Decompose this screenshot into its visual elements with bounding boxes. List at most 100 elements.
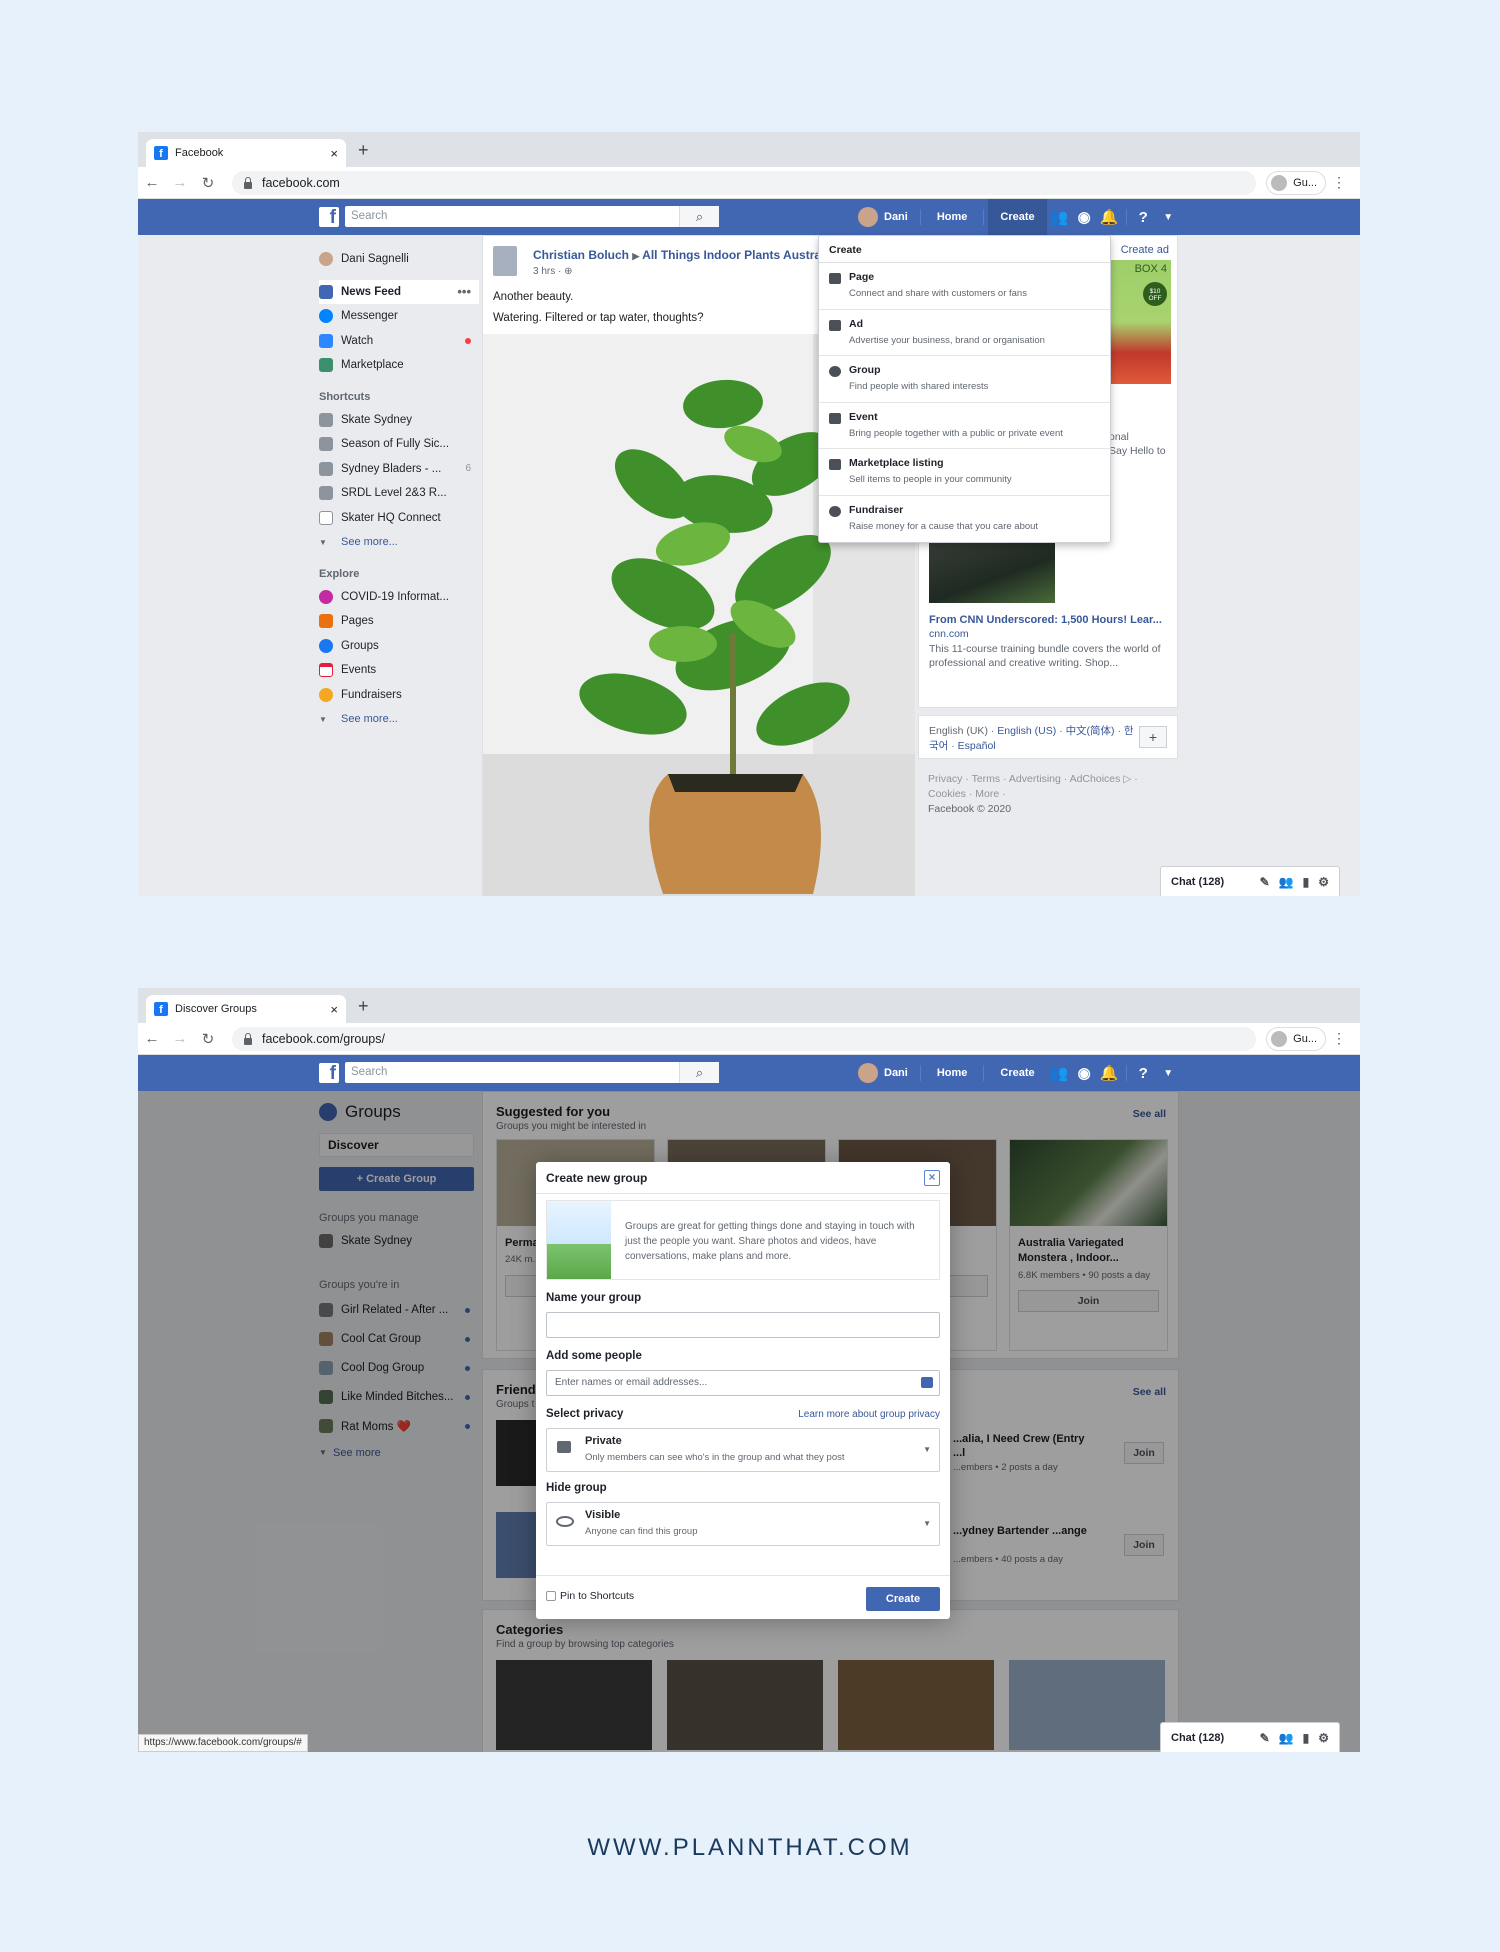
explore-item-fundraisers[interactable]: Fundraisers (319, 683, 479, 708)
browser-tab[interactable]: f Facebook × (146, 139, 346, 167)
create-marketplace-item[interactable]: Marketplace listing Sell items to people … (819, 449, 1110, 496)
new-group-chat-icon[interactable]: 👥 (1279, 875, 1294, 889)
browser-menu-icon[interactable]: ⋮ (1332, 174, 1346, 191)
address-bar: ← → ↻ facebook.com/groups/ Gu... ⋮ (138, 1023, 1360, 1055)
friend-requests-icon[interactable]: 👥 (1047, 1064, 1072, 1082)
sidebar-item-watch[interactable]: Watch (319, 329, 479, 354)
close-tab-icon[interactable]: × (330, 1002, 338, 1017)
url-field[interactable]: facebook.com (232, 171, 1256, 195)
ad-image-meal-box[interactable]: BOX 4 $10 OFF (1109, 260, 1171, 384)
chat-bar[interactable]: Chat (128) ✎ 👥 ▮ ⚙ (1160, 866, 1340, 896)
language-link[interactable]: English (US) (997, 725, 1056, 737)
gear-icon[interactable]: ⚙ (1318, 875, 1329, 889)
back-icon[interactable]: ← (138, 174, 166, 191)
search-icon[interactable]: ⌕ (679, 206, 719, 227)
create-ad-link[interactable]: Create ad (1121, 244, 1169, 256)
url-field[interactable]: facebook.com/groups/ (232, 1027, 1256, 1051)
messenger-icon[interactable]: ◉ (1072, 208, 1097, 226)
pin-checkbox[interactable] (546, 1591, 556, 1601)
search-icon[interactable]: ⌕ (679, 1062, 719, 1083)
explore-item-covid[interactable]: COVID-19 Informat... (319, 585, 479, 610)
close-icon[interactable]: × (924, 1170, 940, 1186)
home-link[interactable]: Home (925, 199, 980, 235)
profile-button[interactable]: Gu... (1266, 171, 1326, 195)
video-call-icon[interactable]: ▮ (1303, 875, 1310, 889)
create-link[interactable]: Create (988, 1055, 1046, 1091)
pin-label[interactable]: Pin to Shortcuts (560, 1590, 634, 1602)
post-time-text[interactable]: 3 hrs (533, 266, 555, 277)
reload-icon[interactable]: ↻ (194, 1030, 222, 1048)
chat-bar[interactable]: Chat (128) ✎ 👥 ▮ ⚙ (1160, 1722, 1340, 1752)
new-tab-icon[interactable]: + (358, 996, 369, 1017)
video-call-icon[interactable]: ▮ (1303, 1731, 1310, 1745)
create-group-item[interactable]: Group Find people with shared interests (819, 356, 1110, 403)
forward-icon[interactable]: → (166, 174, 194, 191)
see-more-shortcuts[interactable]: ▼ See more... (319, 530, 479, 555)
privacy-help-link[interactable]: Learn more about group privacy (798, 1409, 940, 1420)
language-link[interactable]: 中文(简体) (1066, 725, 1115, 737)
contacts-icon[interactable] (921, 1377, 933, 1388)
gear-icon[interactable]: ⚙ (1318, 1731, 1329, 1745)
shortcut-item[interactable]: Season of Fully Sic... (319, 432, 479, 457)
group-link[interactable]: All Things Indoor Plants Austra (642, 248, 821, 262)
notifications-icon[interactable]: 🔔 (1097, 208, 1122, 226)
sidebar-item-news-feed[interactable]: News Feed ••• (319, 279, 479, 304)
ad-domain[interactable]: cnn.com (929, 628, 969, 640)
back-icon[interactable]: ← (138, 1030, 166, 1047)
shortcut-item[interactable]: Skater HQ Connect (319, 506, 479, 531)
account-menu-icon[interactable]: ▼ (1156, 212, 1181, 223)
search-input[interactable]: Search ⌕ (345, 1062, 719, 1083)
explore-item-groups[interactable]: Groups (319, 634, 479, 659)
help-icon[interactable]: ? (1131, 1065, 1156, 1082)
browser-tab[interactable]: f Discover Groups × (146, 995, 346, 1023)
new-group-chat-icon[interactable]: 👥 (1279, 1731, 1294, 1745)
facebook-logo-icon[interactable]: f (319, 207, 339, 227)
shortcut-item[interactable]: Sydney Bladers - ... 6 (319, 457, 479, 482)
messenger-icon[interactable]: ◉ (1072, 1064, 1097, 1082)
friend-requests-icon[interactable]: 👥 (1047, 208, 1072, 226)
author-avatar[interactable] (493, 246, 517, 276)
profile-button[interactable]: Gu... (1266, 1027, 1326, 1051)
shortcut-item[interactable]: Skate Sydney (319, 408, 479, 433)
close-tab-icon[interactable]: × (330, 146, 338, 161)
group-name-input[interactable] (546, 1312, 940, 1338)
sidebar-item-messenger[interactable]: Messenger (319, 304, 479, 329)
footer-links[interactable]: Cookies · More · (928, 787, 1138, 802)
sidebar-profile[interactable]: Dani Sagnelli (319, 247, 479, 272)
new-tab-icon[interactable]: + (358, 140, 369, 161)
author-link[interactable]: Christian Boluch (533, 248, 629, 262)
visibility-select[interactable]: Visible Anyone can find this group ▼ (546, 1502, 940, 1546)
shortcut-item[interactable]: SRDL Level 2&3 R... (319, 481, 479, 506)
create-button[interactable]: Create (866, 1587, 940, 1611)
footer-links[interactable]: Privacy · Terms · Advertising · AdChoice… (928, 772, 1138, 787)
profile-link[interactable]: Dani (850, 1063, 916, 1083)
ad-title[interactable]: From CNN Underscored: 1,500 Hours! Lear.… (929, 614, 1169, 626)
add-people-input[interactable]: Enter names or email addresses... (546, 1370, 940, 1396)
language-link[interactable]: Español (958, 740, 996, 752)
home-link[interactable]: Home (925, 1055, 980, 1091)
explore-item-events[interactable]: Events (319, 658, 479, 683)
create-fundraiser-item[interactable]: Fundraiser Raise money for a cause that y… (819, 496, 1110, 543)
compose-icon[interactable]: ✎ (1260, 1731, 1270, 1745)
create-event-item[interactable]: Event Bring people together with a public… (819, 403, 1110, 449)
notifications-icon[interactable]: 🔔 (1097, 1064, 1122, 1082)
facebook-logo-icon[interactable]: f (319, 1063, 339, 1083)
create-link[interactable]: Create (988, 199, 1047, 235)
account-menu-icon[interactable]: ▼ (1156, 1068, 1181, 1079)
create-ad-item[interactable]: Ad Advertise your business, brand or orga… (819, 310, 1110, 356)
search-input[interactable]: Search ⌕ (345, 206, 719, 227)
more-options-icon[interactable]: ••• (457, 284, 471, 299)
browser-menu-icon[interactable]: ⋮ (1332, 1030, 1346, 1047)
privacy-select[interactable]: Private Only members can see who's in the… (546, 1428, 940, 1472)
reload-icon[interactable]: ↻ (194, 174, 222, 192)
explore-item-pages[interactable]: Pages (319, 609, 479, 634)
see-more-explore[interactable]: ▼ See more... (319, 707, 479, 732)
create-page-item[interactable]: Page Connect and share with customers or … (819, 263, 1110, 310)
add-language-button[interactable]: + (1139, 726, 1167, 748)
help-icon[interactable]: ? (1131, 209, 1156, 226)
ad-image-cnn[interactable] (929, 533, 1055, 603)
compose-icon[interactable]: ✎ (1260, 875, 1270, 889)
forward-icon[interactable]: → (166, 1030, 194, 1047)
profile-link[interactable]: Dani (850, 207, 916, 227)
sidebar-item-marketplace[interactable]: Marketplace (319, 353, 479, 378)
